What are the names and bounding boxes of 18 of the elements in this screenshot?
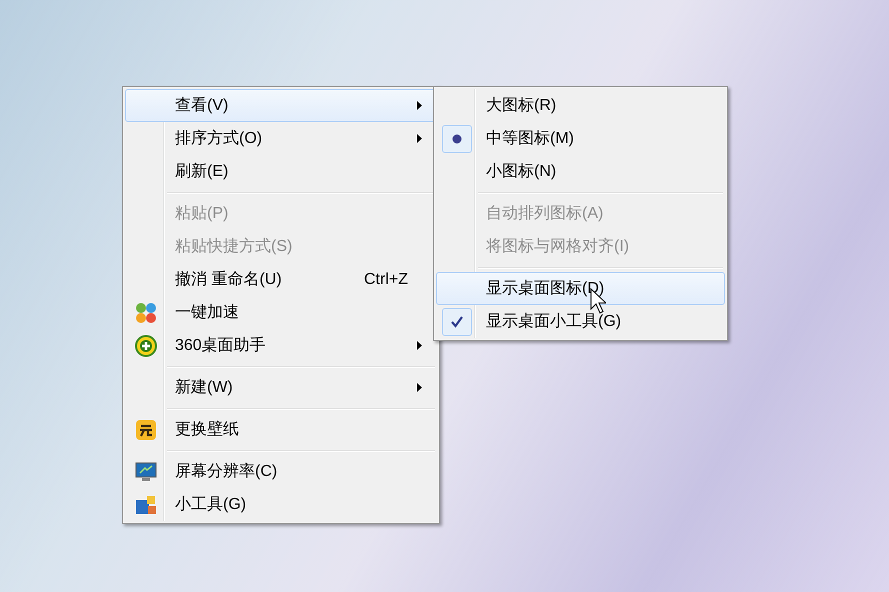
menu-item[interactable]: 排序方式(O) [125, 122, 437, 155]
menu-item[interactable]: 360桌面助手 [125, 329, 437, 362]
menu-item[interactable]: 撤消 重命名(U) Ctrl+Z [125, 263, 437, 296]
menu-item[interactable]: 大图标(R) [436, 89, 725, 122]
gadgets-icon [135, 494, 157, 516]
menu-item[interactable]: 一键加速 [125, 296, 437, 329]
menu-item[interactable]: 中等图标(M) [436, 122, 725, 155]
menu-item[interactable]: 显示桌面小工具(G) [436, 305, 725, 338]
menu-item[interactable]: 刷新(E) [125, 155, 437, 188]
monitor-icon [135, 460, 157, 482]
wallpaper-app-icon [135, 418, 157, 440]
menu-item[interactable]: 屏幕分辨率(C) [125, 455, 437, 488]
menu-item[interactable]: 新建(W) [125, 371, 437, 404]
menu-item[interactable]: 更换壁纸 [125, 413, 437, 446]
plus-circle-icon [135, 334, 157, 356]
menu-item[interactable]: 小工具(G) [125, 488, 437, 521]
colored-circles-icon [135, 302, 157, 324]
menu-item[interactable]: 小图标(N) [436, 155, 725, 188]
